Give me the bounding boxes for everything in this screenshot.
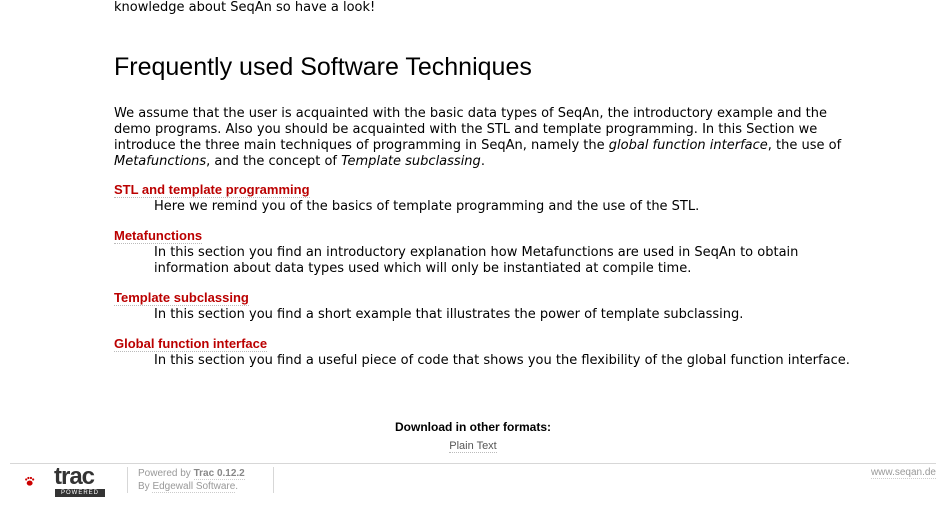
by-label: By [138, 481, 153, 492]
footer-divider [10, 463, 936, 464]
powered-by-label: Powered by [138, 468, 194, 479]
intro-tail-text: knowledge about SeqAn so have a look! [114, 0, 376, 15]
trac-logo-word[interactable]: trac [54, 465, 95, 489]
technique-item-template-subclassing: Template subclassing [114, 290, 854, 306]
by-suffix: . [235, 481, 239, 492]
technique-description: In this section you find a useful piece … [154, 353, 850, 368]
link-metafunctions[interactable]: Metafunctions [114, 228, 203, 244]
trac-powered-badge: POWERED [55, 489, 105, 497]
technique-item-global-function: Global function interface [114, 336, 854, 352]
link-global-function-interface[interactable]: Global function interface [114, 336, 268, 352]
trac-version: Trac 0.12.2 [193, 468, 245, 479]
page-title: Frequently used Software Techniques [114, 53, 532, 81]
powered-by-text: Powered by Trac 0.12.2 By Edgewall Softw… [138, 467, 245, 493]
technique-item-metafunctions: Metafunctions [114, 228, 854, 244]
technique-description: In this section you find an introductory… [154, 245, 799, 276]
intro-emphasis: global function interface [608, 138, 768, 153]
link-stl-template-programming[interactable]: STL and template programming [114, 182, 310, 198]
edgewall-link[interactable]: Edgewall Software [152, 481, 236, 493]
intro-text: , and the concept of [206, 154, 342, 169]
technique-description: Here we remind you of the basics of temp… [154, 199, 700, 214]
intro-text: , the use of [767, 138, 842, 153]
link-template-subclassing[interactable]: Template subclassing [114, 290, 249, 306]
alternate-formats: Download in other formats: Plain Text [0, 420, 946, 453]
downloads-heading: Download in other formats: [395, 420, 551, 434]
trac-version-link[interactable]: Trac 0.12.2 [193, 468, 245, 480]
intro-emphasis: Metafunctions [114, 154, 207, 169]
footer-separator [273, 467, 274, 493]
intro-text: . [480, 154, 485, 169]
site-link[interactable]: www.seqan.de [870, 467, 936, 479]
intro-emphasis: Template subclassing [341, 154, 481, 169]
footer-separator [127, 467, 128, 493]
plain-text-link[interactable]: Plain Text [449, 440, 497, 453]
technique-list: STL and template programming Here we rem… [114, 182, 854, 382]
intro-paragraph: We assume that the user is acquainted wi… [114, 106, 854, 170]
technique-description: In this section you find a short example… [154, 307, 744, 322]
trac-paw-icon[interactable] [24, 466, 54, 498]
technique-item-stl: STL and template programming [114, 182, 854, 198]
